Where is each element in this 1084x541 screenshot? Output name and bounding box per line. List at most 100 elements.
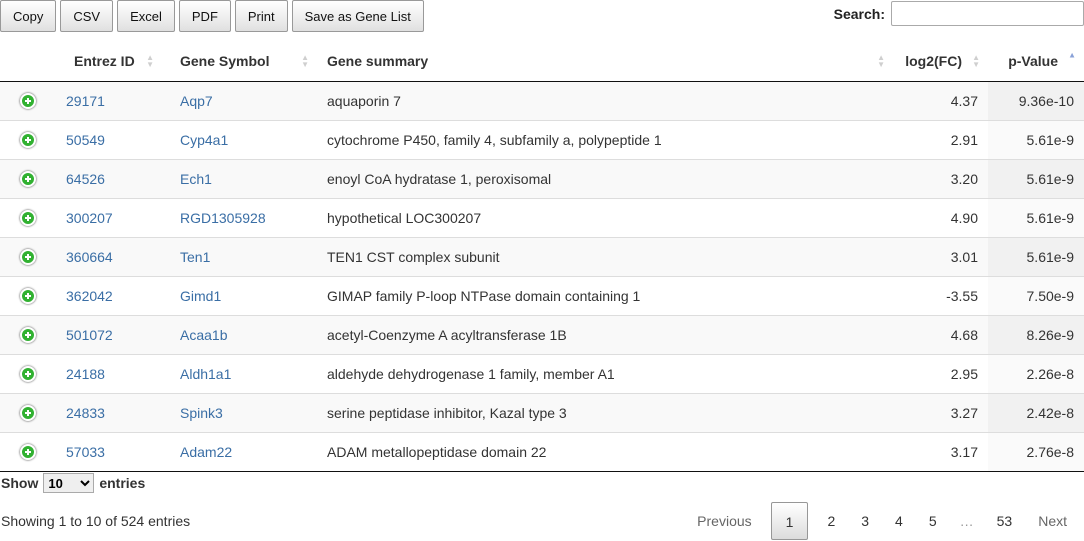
page-button-last[interactable]: 53 — [984, 502, 1026, 540]
search-label: Search: — [833, 5, 885, 22]
gene-symbol-link[interactable]: Aqp7 — [180, 93, 213, 109]
entrez-id-link[interactable]: 24833 — [66, 405, 105, 421]
gene-symbol-link[interactable]: Acaa1b — [180, 327, 227, 343]
gene-symbol-link[interactable]: Ten1 — [180, 249, 210, 265]
sort-asc-icon: ▲ — [1068, 50, 1076, 60]
gene-symbol-link[interactable]: Cyp4a1 — [180, 132, 228, 148]
header-p-value[interactable]: p-Value ▲ — [988, 41, 1084, 82]
p-value-cell: 9.36e-10 — [988, 81, 1084, 120]
header-entrez-id[interactable]: Entrez ID ▲ ▼ — [56, 41, 162, 82]
table-row: 64526 Ech1 enoyl CoA hydratase 1, peroxiso… — [0, 158, 1084, 198]
expand-plus-icon[interactable] — [20, 444, 36, 461]
log2fc-cell: 2.95 — [893, 353, 988, 393]
gene-symbol-cell: Aqp7 — [162, 81, 317, 120]
gene-symbol-link[interactable]: Gimd1 — [180, 288, 221, 304]
entrez-id-link[interactable]: 50549 — [66, 132, 105, 148]
expand-cell[interactable] — [0, 353, 56, 393]
expand-plus-icon[interactable] — [20, 366, 36, 383]
entrez-id-link[interactable]: 300207 — [66, 210, 113, 226]
gene-symbol-cell: Aldh1a1 — [162, 353, 317, 393]
page-length-select[interactable]: 10 — [43, 473, 95, 493]
expand-cell[interactable] — [0, 197, 56, 237]
entrez-id-link[interactable]: 501072 — [66, 327, 113, 343]
gene-symbol-link[interactable]: Spink3 — [180, 405, 223, 421]
expand-cell[interactable] — [0, 236, 56, 276]
header-gene-symbol[interactable]: Gene Symbol ▲ ▼ — [162, 41, 317, 82]
p-value-cell: 5.61e-9 — [988, 197, 1084, 237]
expand-cell[interactable] — [0, 275, 56, 315]
page-button-5[interactable]: 5 — [916, 502, 950, 540]
expand-cell[interactable] — [0, 392, 56, 432]
expand-plus-icon[interactable] — [20, 93, 36, 110]
gene-summary-cell: cytochrome P450, family 4, subfamily a, … — [317, 119, 893, 159]
gene-symbol-link[interactable]: Ech1 — [180, 171, 212, 187]
copy-button[interactable]: Copy — [0, 0, 57, 32]
expand-plus-icon[interactable] — [20, 171, 36, 188]
entrez-id-link[interactable]: 29171 — [66, 93, 105, 109]
gene-summary-cell: acetyl-Coenzyme A acyltransferase 1B — [317, 314, 893, 354]
csv-button[interactable]: CSV — [60, 0, 114, 32]
sort-both-icon: ▲ ▼ — [146, 52, 154, 69]
gene-symbol-link[interactable]: RGD1305928 — [180, 210, 266, 226]
expand-plus-icon[interactable] — [20, 210, 36, 227]
table-header-row: Entrez ID ▲ ▼ Gene Symbol ▲ ▼ Gene summary… — [0, 41, 1084, 82]
p-value-cell: 2.76e-8 — [988, 431, 1084, 472]
entrez-id-cell: 64526 — [56, 158, 162, 198]
pagination: Previous 1 2 3 4 5 … 53 Next — [684, 502, 1080, 540]
previous-page-button[interactable]: Previous — [684, 502, 764, 540]
entrez-id-cell: 300207 — [56, 197, 162, 237]
p-value-cell: 5.61e-9 — [988, 158, 1084, 198]
p-value-cell: 7.50e-9 — [988, 275, 1084, 315]
sort-both-icon: ▲ ▼ — [972, 52, 980, 69]
entrez-id-link[interactable]: 64526 — [66, 171, 105, 187]
entrez-id-link[interactable]: 360664 — [66, 249, 113, 265]
table-body: 29171 Aqp7 aquaporin 7 4.37 9.36e-10 50549 Cyp… — [0, 81, 1084, 472]
gene-summary-cell: ADAM metallopeptidase domain 22 — [317, 431, 893, 472]
expand-plus-icon[interactable] — [20, 132, 36, 149]
excel-button[interactable]: Excel — [117, 0, 175, 32]
log2fc-cell: -3.55 — [893, 275, 988, 315]
log2fc-cell: 4.90 — [893, 197, 988, 237]
expand-cell[interactable] — [0, 119, 56, 159]
header-gene-summary[interactable]: Gene summary ▲ ▼ — [317, 41, 893, 82]
p-value-cell: 8.26e-9 — [988, 314, 1084, 354]
page-button-2[interactable]: 2 — [814, 502, 848, 540]
entrez-id-link[interactable]: 24188 — [66, 366, 105, 382]
entrez-id-link[interactable]: 57033 — [66, 444, 105, 460]
next-page-button[interactable]: Next — [1025, 502, 1080, 540]
table-row: 501072 Acaa1b acetyl-Coenzyme A acyltransf… — [0, 314, 1084, 354]
gene-symbol-cell: RGD1305928 — [162, 197, 317, 237]
page-button-1[interactable]: 1 — [770, 502, 809, 540]
gene-summary-cell: GIMAP family P-loop NTPase domain contai… — [317, 275, 893, 315]
p-value-cell: 5.61e-9 — [988, 236, 1084, 276]
expand-cell[interactable] — [0, 158, 56, 198]
p-value-cell: 2.42e-8 — [988, 392, 1084, 432]
page-button-4[interactable]: 4 — [882, 502, 916, 540]
header-log2fc[interactable]: log2(FC) ▲ ▼ — [893, 41, 988, 82]
log2fc-cell: 3.27 — [893, 392, 988, 432]
length-entries-label: entries — [99, 475, 146, 491]
pdf-button[interactable]: PDF — [178, 0, 231, 32]
search-input[interactable] — [891, 1, 1084, 26]
expand-cell[interactable] — [0, 314, 56, 354]
expand-plus-icon[interactable] — [20, 249, 36, 266]
entrez-id-cell: 50549 — [56, 119, 162, 159]
gene-symbol-cell: Acaa1b — [162, 314, 317, 354]
expand-cell[interactable] — [0, 431, 56, 472]
page-button-3[interactable]: 3 — [848, 502, 882, 540]
gene-symbol-link[interactable]: Adam22 — [180, 444, 232, 460]
expand-cell[interactable] — [0, 81, 56, 120]
expand-plus-icon[interactable] — [20, 405, 36, 422]
search-area: Search: — [834, 1, 1084, 26]
table-row: 360664 Ten1 TEN1 CST complex subunit 3.01 5.… — [0, 236, 1084, 276]
save-gene-list-button[interactable]: Save as Gene List — [291, 0, 424, 32]
gene-summary-cell: hypothetical LOC300207 — [317, 197, 893, 237]
expand-plus-icon[interactable] — [20, 327, 36, 344]
entrez-id-link[interactable]: 362042 — [66, 288, 113, 304]
print-button[interactable]: Print — [234, 0, 288, 32]
expand-plus-icon[interactable] — [20, 288, 36, 305]
header-expand — [0, 41, 56, 82]
log2fc-cell: 2.91 — [893, 119, 988, 159]
gene-symbol-cell: Ech1 — [162, 158, 317, 198]
gene-symbol-link[interactable]: Aldh1a1 — [180, 366, 231, 382]
